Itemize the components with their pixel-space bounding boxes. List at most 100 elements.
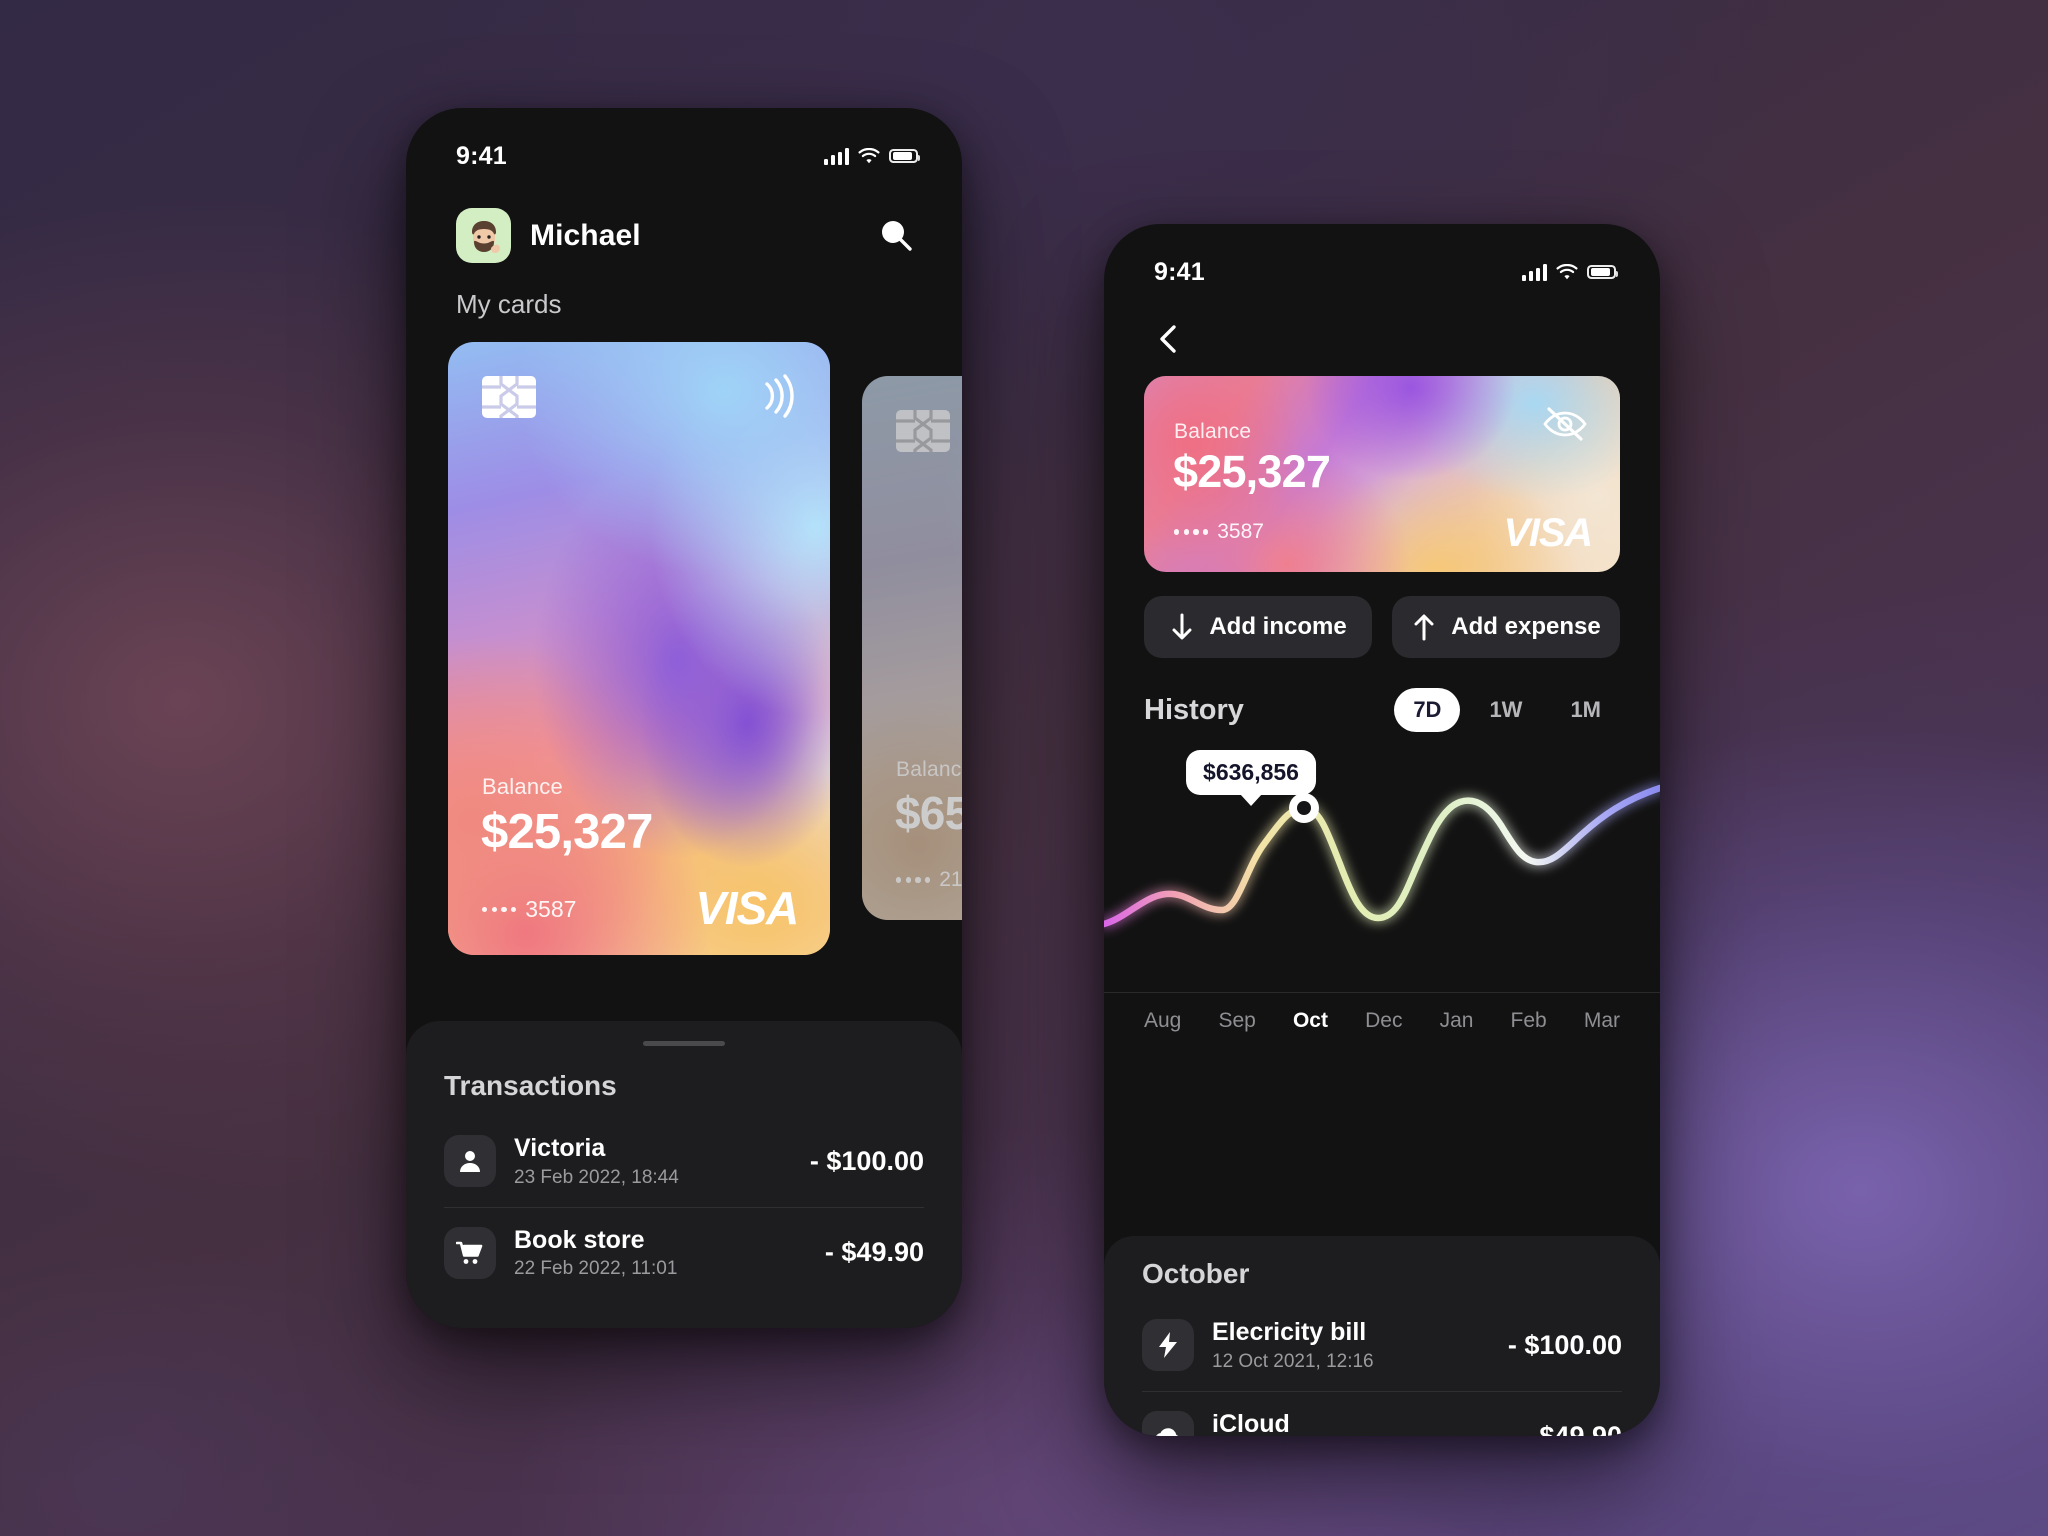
table-row[interactable]: iCloud 19 Oct 2021, 06:52 - $49.90 <box>1142 1390 1622 1437</box>
card-balance-label: Balance <box>1174 420 1252 443</box>
search-icon[interactable] <box>876 216 916 256</box>
add-income-button[interactable]: Add income <box>1144 596 1372 658</box>
tab-period-7d[interactable]: 7D <box>1394 688 1461 732</box>
battery-icon <box>1587 264 1619 280</box>
signal-bars-icon <box>823 147 849 165</box>
transaction-date: 22 Feb 2022, 11:01 <box>514 1258 678 1279</box>
status-icons <box>823 147 921 165</box>
tick-oct[interactable]: Oct <box>1293 1009 1328 1033</box>
arrow-up-icon <box>1414 614 1434 641</box>
transaction-info: iCloud 19 Oct 2021, 06:52 <box>1212 1410 1505 1437</box>
chevron-left-icon[interactable] <box>1152 322 1186 356</box>
transaction-amount: - $49.90 <box>824 1237 924 1268</box>
page-title: My cards <box>456 289 562 319</box>
cart-icon <box>444 1226 496 1279</box>
transaction-name: Elecricity bill <box>1212 1318 1367 1346</box>
transaction-date: 12 Oct 2021, 12:16 <box>1212 1350 1374 1372</box>
credit-card-primary[interactable]: Balance $25,327 3587 VISA <box>448 342 830 955</box>
avatar-memoji-icon <box>471 220 500 253</box>
card-container: Balance $25,327 3587 VISA <box>1104 356 1660 572</box>
status-bar-right: 9:41 <box>1104 224 1660 298</box>
phone-right: 9:41 Balance $25,327 3587 VISA Add incom… <box>1104 224 1660 1436</box>
transaction-info: Elecricity bill 12 Oct 2021, 12:16 <box>1212 1318 1490 1373</box>
card-balance-label: Balance <box>896 758 962 781</box>
table-row[interactable]: Victoria 23 Feb 2022, 18:44 - $100.00 <box>444 1116 924 1207</box>
contactless-icon <box>765 374 794 418</box>
credit-card-secondary[interactable]: Balance $65 2156 <box>862 376 962 920</box>
wifi-icon <box>1556 263 1578 279</box>
history-title: History <box>1144 693 1244 726</box>
user-block[interactable]: Michael <box>456 208 641 263</box>
card-balance-amount: $65 <box>895 787 962 839</box>
transaction-name: Victoria <box>514 1134 606 1162</box>
card-gradient <box>448 342 830 955</box>
wifi-icon <box>858 147 880 163</box>
add-expense-label: Add expense <box>1451 613 1601 640</box>
card-balance-label: Balance <box>482 774 563 799</box>
transaction-name: iCloud <box>1212 1409 1290 1437</box>
person-icon <box>444 1135 496 1188</box>
transaction-name: Book store <box>514 1225 645 1254</box>
bolt-icon <box>1142 1319 1194 1372</box>
transaction-amount: - $100.00 <box>1507 1329 1622 1360</box>
table-row[interactable]: Book store 22 Feb 2022, 11:01 - $49.90 <box>444 1206 924 1299</box>
card-mask-dots <box>482 906 517 913</box>
visa-logo: VISA <box>1503 511 1593 555</box>
card-number: 3587 <box>482 896 576 923</box>
chart-tooltip: $636,856 <box>1186 750 1316 795</box>
transaction-date: 23 Feb 2022, 18:44 <box>514 1166 679 1188</box>
tick-aug[interactable]: Aug <box>1144 1009 1181 1033</box>
transaction-info: Victoria 23 Feb 2022, 18:44 <box>514 1134 792 1189</box>
chart-point-inner <box>1297 801 1311 815</box>
balance-history-chart[interactable]: $636,856 <box>1104 746 1660 994</box>
tick-sep[interactable]: Sep <box>1218 1009 1255 1033</box>
card-last4: 2156 <box>939 868 962 891</box>
credit-card-detail[interactable]: Balance $25,327 3587 VISA <box>1144 376 1620 572</box>
card-number: 3587 <box>1174 520 1264 544</box>
transactions-title: Transactions <box>444 1070 617 1101</box>
card-mask-dots <box>1174 529 1209 535</box>
status-bar-left: 9:41 <box>406 108 962 182</box>
phone-left: 9:41 Michael My cards Balanc $65 21 Bala… <box>406 108 962 1328</box>
transaction-amount: - $49.90 <box>1523 1421 1622 1436</box>
action-buttons: Add income Add expense <box>1104 572 1660 658</box>
chip-icon <box>482 376 536 418</box>
tick-jan[interactable]: Jan <box>1440 1009 1474 1033</box>
status-time: 9:41 <box>1154 257 1205 286</box>
tick-mar[interactable]: Mar <box>1584 1009 1620 1033</box>
card-balance-amount: $25,327 <box>1173 446 1331 497</box>
page-background <box>0 0 2048 1536</box>
user-name: Michael <box>530 218 641 252</box>
transaction-info: Book store 22 Feb 2022, 11:01 <box>514 1226 807 1281</box>
card-last4: 3587 <box>525 896 577 922</box>
signal-bars-icon <box>1521 263 1547 281</box>
card-carousel[interactable]: Balance $65 2156 Balance $25,327 <box>406 342 962 962</box>
add-expense-button[interactable]: Add expense <box>1392 596 1620 658</box>
chart-x-axis: Aug Sep Oct Dec Jan Feb Mar <box>1104 992 1660 1033</box>
card-last4: 3587 <box>1217 520 1264 543</box>
tab-period-1w[interactable]: 1W <box>1470 688 1541 732</box>
card-balance-amount: $25,327 <box>481 805 653 859</box>
sheet-drag-handle[interactable] <box>643 1041 725 1046</box>
avatar[interactable] <box>456 208 511 263</box>
transactions-sheet: Transactions Victoria 23 Feb 2022, 18:44… <box>406 1021 962 1328</box>
eye-off-icon[interactable] <box>1542 406 1588 442</box>
nav-bar <box>1104 298 1660 356</box>
table-row[interactable]: Elecricity bill 12 Oct 2021, 12:16 - $10… <box>1142 1300 1622 1391</box>
month-transactions-sheet: October Elecricity bill 12 Oct 2021, 12:… <box>1104 1236 1660 1436</box>
transaction-amount: - $100.00 <box>809 1145 924 1176</box>
period-selector: 7D 1W 1M <box>1394 688 1620 732</box>
status-time: 9:41 <box>456 141 507 170</box>
tick-feb[interactable]: Feb <box>1511 1009 1547 1033</box>
chip-icon <box>896 410 950 452</box>
add-income-label: Add income <box>1209 613 1347 640</box>
header-left: Michael <box>406 182 962 263</box>
tab-period-1m[interactable]: 1M <box>1551 688 1620 732</box>
history-header: History 7D 1W 1M <box>1104 658 1660 732</box>
month-title: October <box>1142 1258 1250 1289</box>
tick-dec[interactable]: Dec <box>1365 1009 1402 1033</box>
arrow-down-icon <box>1172 613 1192 640</box>
chart-line <box>1104 784 1660 928</box>
visa-logo: VISA <box>695 882 799 934</box>
status-icons <box>1521 263 1619 281</box>
